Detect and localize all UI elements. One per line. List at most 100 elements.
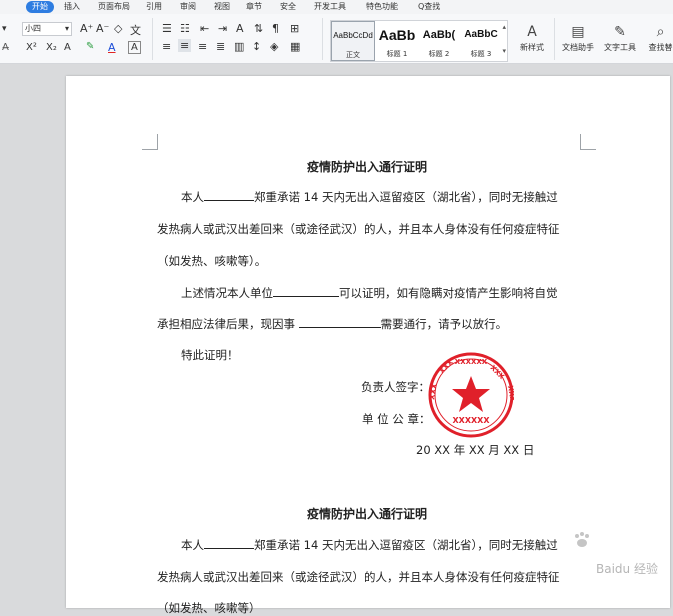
text-run: 郑重承诺 14 天内无出入逗留疫区（湖北省），同时无接触过 xyxy=(254,190,558,204)
closing-text: 特此证明！ xyxy=(181,348,239,362)
style-preview: AaBbCcDd xyxy=(333,31,373,40)
show-marks-icon[interactable]: ¶ xyxy=(272,22,279,35)
blank-line xyxy=(273,285,339,297)
text-run: 郑重承诺 14 天内无出入逗留疫区（湖北省），同时无接触过 xyxy=(254,538,558,552)
watermark-text: Baidu 经验 xyxy=(596,562,658,576)
tab-security[interactable]: 安全 xyxy=(280,1,296,13)
text-run: 本人 xyxy=(181,190,204,204)
text-run: 可以证明，如有隐瞒对疫情产生影响将自觉 xyxy=(339,286,558,300)
margin-corner-mark xyxy=(580,134,596,150)
scroll-up-icon[interactable]: ▴ xyxy=(502,23,506,31)
baidu-paw-icon xyxy=(575,532,589,547)
divider xyxy=(152,18,153,60)
paragraph-2-line-2: 承担相应法律后果，现因事 需要通行，请予以放行。 xyxy=(157,316,507,332)
blank-line xyxy=(298,316,381,328)
date-line: 20 XX 年 XX 月 XX 日 xyxy=(416,443,535,457)
align-center-icon[interactable]: ≡ xyxy=(178,39,192,52)
doc-helper-button[interactable]: ▤ 文档助手 xyxy=(560,22,596,53)
tab-home[interactable]: 开始 xyxy=(26,1,54,13)
document-page[interactable] xyxy=(66,76,670,608)
paragraph-1-copy-line-1: 本人 郑重承诺 14 天内无出入逗留疫区（湖北省），同时无接触过 xyxy=(181,537,558,553)
grow-font-icon[interactable]: A⁺ xyxy=(80,22,93,35)
align-left-icon[interactable]: ≡ xyxy=(162,40,171,53)
subscript-icon[interactable]: X₂ xyxy=(46,42,57,53)
styles-gallery: AaBbCcDd 正文 AaBb 标题 1 AaBb( 标题 2 AaBbC 标… xyxy=(330,20,508,62)
distribute-icon[interactable]: ▥ xyxy=(234,40,244,53)
style-label: 标题 1 xyxy=(386,50,408,58)
svg-text:XXX: XXX xyxy=(438,358,456,376)
increase-indent-icon[interactable]: ⇥ xyxy=(218,22,227,35)
strikethrough-icon[interactable]: A̶ xyxy=(2,42,9,53)
phonetic-icon[interactable]: 文 xyxy=(130,22,141,38)
svg-text:XXX: XXX xyxy=(428,382,439,400)
signer-label: 负责人签字： xyxy=(361,380,430,394)
shading-icon[interactable]: ◈ xyxy=(270,40,278,53)
chinese-layout-icon[interactable]: A xyxy=(236,22,244,35)
superscript-icon[interactable]: X² xyxy=(26,42,37,53)
style-preview: AaBb xyxy=(378,27,416,43)
style-preview: AaBbC xyxy=(464,29,498,40)
style-heading-3[interactable]: AaBbC 标题 3 xyxy=(459,21,503,61)
decrease-indent-icon[interactable]: ⇤ xyxy=(200,22,209,35)
search-command[interactable]: Q查找 xyxy=(418,1,440,13)
shrink-font-icon[interactable]: A⁻ xyxy=(96,22,109,35)
style-heading-1[interactable]: AaBb 标题 1 xyxy=(375,21,419,61)
divider xyxy=(322,18,323,60)
tab-insert[interactable]: 插入 xyxy=(64,1,80,13)
tab-features[interactable]: 特色功能 xyxy=(366,1,398,13)
sort-icon[interactable]: ⇅ xyxy=(254,22,263,35)
style-normal[interactable]: AaBbCcDd 正文 xyxy=(331,21,375,61)
style-label: 标题 3 xyxy=(470,50,492,58)
paragraph-1-line-1: 本人 郑重承诺 14 天内无出入逗留疫区（湖北省），同时无接触过 xyxy=(181,189,558,205)
char-shading-icon[interactable]: A xyxy=(128,41,141,54)
find-replace-button[interactable]: ⌕ 查找替 xyxy=(648,22,673,53)
text-tools-label: 文字工具 xyxy=(604,43,636,52)
tab-chapter[interactable]: 章节 xyxy=(246,1,262,13)
search-icon: ⌕ xyxy=(656,24,665,40)
svg-text:XXXXXX: XXXXXX xyxy=(455,358,488,366)
ribbon: ▾ 小四 ▾ A⁺ A⁻ ◇ 文 A̶ X² X₂ A ✎ A A ☰ ☷ ⇤ ⇥… xyxy=(0,14,673,64)
font-color-options-icon[interactable]: A xyxy=(64,42,71,53)
style-label: 标题 2 xyxy=(428,50,450,58)
style-heading-2[interactable]: AaBb( 标题 2 xyxy=(419,21,459,61)
text-run: 本人 xyxy=(181,538,204,552)
tab-developer[interactable]: 开发工具 xyxy=(314,1,346,13)
text-run: 承担相应法律后果，现因事 xyxy=(157,317,295,331)
paragraph-1-copy-line-3: （如发热、咳嗽等） xyxy=(157,601,261,615)
tab-page-layout[interactable]: 页面布局 xyxy=(98,1,130,13)
paragraph-1-line-3: （如发热、咳嗽等）。 xyxy=(157,254,267,268)
doc-helper-label: 文档助手 xyxy=(562,43,594,52)
tab-review[interactable]: 审阅 xyxy=(180,1,196,13)
numbered-list-icon[interactable]: ☷ xyxy=(180,22,190,35)
clear-format-icon[interactable]: ◇ xyxy=(114,22,122,35)
scroll-down-icon[interactable]: ▾ xyxy=(502,47,506,55)
font-color-icon[interactable]: A xyxy=(108,41,116,54)
tab-view[interactable]: 视图 xyxy=(214,1,230,13)
new-style-button[interactable]: A 新样式 xyxy=(514,22,550,53)
line-spacing-icon[interactable]: ↕ xyxy=(252,40,261,53)
document-icon: ▤ xyxy=(571,24,585,40)
align-right-icon[interactable]: ≡ xyxy=(198,40,207,53)
style-preview: AaBb( xyxy=(422,29,456,41)
borders-icon[interactable]: ▦ xyxy=(290,40,300,53)
menu-bar: 开始 插入 页面布局 引用 审阅 视图 章节 安全 开发工具 特色功能 Q查找 xyxy=(0,0,673,14)
blank-line xyxy=(204,189,254,201)
paragraph-1-line-2: 发热病人或武汉出差回来（或途径武汉）的人，并且本人身体没有任何疫症特征 xyxy=(157,222,560,236)
document-title: 疫情防护出入通行证明 xyxy=(307,160,428,174)
font-size-select[interactable]: 小四 ▾ xyxy=(22,22,72,36)
highlight-icon[interactable]: ✎ xyxy=(86,41,94,52)
text-tools-button[interactable]: ✎ 文字工具 xyxy=(598,22,642,53)
style-label: 正文 xyxy=(346,51,360,59)
paragraph-1-copy-line-2: 发热病人或武汉出差回来（或途径武汉）的人，并且本人身体没有任何疫症特征 xyxy=(157,570,560,584)
text-run: 需要通行，请予以放行。 xyxy=(380,317,508,331)
document-title-2: 疫情防护出入通行证明 xyxy=(307,507,428,521)
bullet-list-icon[interactable]: ☰ xyxy=(162,22,172,35)
tab-references[interactable]: 引用 xyxy=(146,1,162,13)
margin-corner-mark xyxy=(142,134,158,150)
font-name-dropdown-icon[interactable]: ▾ xyxy=(2,24,7,34)
justify-icon[interactable]: ≣ xyxy=(216,40,225,53)
table-icon[interactable]: ⊞ xyxy=(290,22,299,35)
seal-label: 单 位 公 章： xyxy=(362,412,431,426)
red-seal-stamp: XXXXXX XXX XXX XXX XXX XXXXXX xyxy=(428,352,514,438)
divider xyxy=(554,18,555,60)
